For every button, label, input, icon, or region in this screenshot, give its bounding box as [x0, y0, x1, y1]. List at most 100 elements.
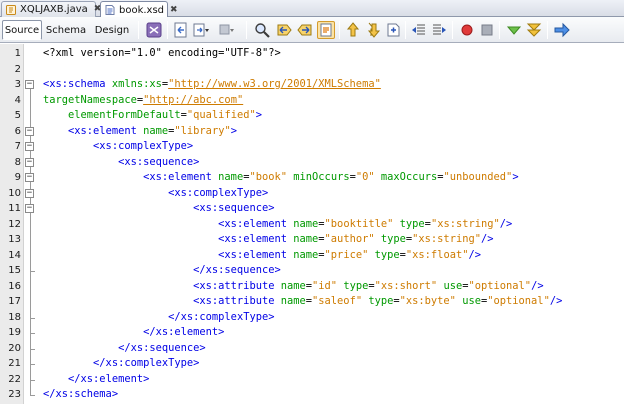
file-tab-xqljaxb-java[interactable]: XQLJAXB.java ✖: [1, 1, 101, 17]
code-editor[interactable]: 1 <?xml version="1.0" encoding="UTF-8"?> 2…: [0, 44, 624, 404]
code-line[interactable]: <xs:sequence>: [43, 201, 274, 217]
close-tab-icon[interactable]: ✖: [170, 5, 178, 15]
next-bookmark-icon[interactable]: [364, 21, 382, 39]
fold-toggle-icon[interactable]: −: [25, 142, 34, 151]
code-token: "optional": [487, 295, 550, 307]
code-token: "unbounded": [443, 171, 513, 183]
code-token: type: [374, 248, 400, 261]
code-line[interactable]: </xs:schema>: [43, 387, 118, 403]
validate-icon[interactable]: [525, 21, 543, 39]
code-line[interactable]: </xs:sequence>: [43, 263, 281, 279]
toggle-highlight-icon[interactable]: [317, 21, 335, 39]
code-token: <xs:element: [218, 233, 294, 245]
code-line[interactable]: <xs:element name="book" minOccurs="0" ma…: [43, 170, 518, 186]
code-line[interactable]: <xs:element name="booktitle" type="xs:st…: [43, 217, 512, 233]
line-number: 8: [14, 156, 21, 168]
shift-right-icon[interactable]: [430, 21, 448, 39]
code-line[interactable]: </xs:complexType>: [43, 310, 274, 326]
code-token: "price": [324, 248, 369, 261]
xsl-transform-icon[interactable]: [553, 21, 571, 39]
code-token: "xs:string": [430, 217, 500, 230]
find-icon[interactable]: [253, 21, 271, 39]
code-line[interactable]: elementFormDefault="qualified">: [43, 108, 262, 124]
code-token: <xs:sequence>: [118, 155, 200, 168]
fold-toggle-icon[interactable]: −: [25, 173, 34, 182]
toggle-bookmark-icon[interactable]: [384, 21, 402, 39]
tab-schema[interactable]: Schema: [45, 20, 87, 40]
code-line[interactable]: <?xml version="1.0" encoding="UTF-8"?>: [43, 46, 281, 62]
code-line[interactable]: <xs:element name="author" type="xs:strin…: [43, 232, 494, 248]
line-number: 16: [8, 280, 21, 292]
code-token: </xs:sequence>: [193, 264, 281, 276]
tab-design[interactable]: Design: [91, 20, 133, 40]
fold-toggle-icon[interactable]: −: [25, 188, 34, 198]
find-next-icon[interactable]: [296, 21, 314, 39]
code-token: <xs:sequence>: [193, 202, 275, 214]
line-number: 22: [8, 373, 21, 385]
code-token: "xs:byte": [399, 295, 456, 307]
code-line[interactable]: </xs:complexType>: [43, 356, 199, 372]
code-line[interactable]: <xs:element name="price" type="xs:float"…: [43, 248, 481, 264]
bookmark-icon[interactable]: [218, 21, 236, 39]
start-macro-icon[interactable]: [458, 21, 476, 39]
fold-toggle-icon[interactable]: −: [25, 204, 34, 213]
editor-toolbar: Source Schema Design: [0, 17, 624, 43]
back-icon[interactable]: [172, 21, 190, 39]
code-token: <xs:element: [218, 248, 294, 261]
find-previous-icon[interactable]: [275, 21, 293, 39]
code-token: maxOccurs: [380, 171, 438, 183]
fold-guide-line: [30, 213, 31, 395]
code-line[interactable]: </xs:sequence>: [43, 341, 206, 357]
file-tab-book-xsd[interactable]: book.xsd ✖: [100, 1, 178, 18]
file-tab-bar: XQLJAXB.java ✖ book.xsd ✖: [0, 0, 624, 18]
code-token: minOccurs: [293, 171, 350, 183]
toolbar-separator: [405, 21, 406, 39]
code-token: xmlns:xs: [111, 78, 162, 90]
code-token: "book": [249, 171, 288, 183]
validate-xml-icon[interactable]: [145, 21, 163, 39]
fold-toggle-icon[interactable]: −: [25, 126, 34, 136]
line-number: 13: [8, 234, 21, 245]
code-token: </xs:complexType>: [168, 310, 275, 323]
shift-left-icon[interactable]: [410, 21, 428, 39]
code-token: name: [218, 171, 244, 183]
code-line[interactable]: <xs:schema xmlns:xs="http://www.w3.org/2…: [43, 77, 381, 93]
code-token: type: [399, 217, 425, 230]
stop-macro-icon[interactable]: [478, 21, 496, 39]
code-line[interactable]: <xs:sequence>: [43, 155, 199, 171]
code-line[interactable]: <xs:complexType>: [43, 139, 193, 155]
code-line[interactable]: </xs:element>: [43, 325, 224, 341]
code-line[interactable]: targetNamespace="http://abc.com": [43, 93, 243, 109]
line-number: 4: [14, 94, 21, 106]
fold-toggle-icon[interactable]: −: [25, 157, 34, 167]
code-line[interactable]: <xs:complexType>: [43, 186, 268, 202]
code-token: "qualified": [186, 109, 256, 121]
fold-toggle-icon[interactable]: −: [25, 80, 34, 89]
code-line[interactable]: </xs:element>: [43, 372, 149, 388]
line-number: 3: [14, 79, 21, 90]
toolbar-separator: [339, 21, 340, 39]
check-xml-icon[interactable]: [505, 21, 523, 39]
xsd-file-icon: [104, 4, 116, 16]
code-token: />: [480, 233, 494, 245]
code-token: "booktitle": [324, 217, 394, 230]
code-line[interactable]: <xs:element name="library">: [43, 124, 237, 140]
code-token: name: [280, 295, 306, 307]
fold-end-marker: [30, 317, 35, 319]
code-line[interactable]: <xs:attribute name="saleof" type="xs:byt…: [43, 294, 562, 310]
tab-source[interactable]: Source: [2, 20, 42, 40]
code-token: name: [280, 279, 306, 292]
code-token: </xs:schema>: [43, 388, 119, 400]
code-token: targetNamespace: [43, 93, 137, 106]
history-icon[interactable]: [192, 21, 210, 39]
code-line[interactable]: <xs:attribute name="id" type="xs:short" …: [43, 279, 543, 295]
code-token: name: [293, 233, 319, 245]
previous-bookmark-icon[interactable]: [344, 21, 362, 39]
code-token: </xs:sequence>: [118, 341, 206, 354]
